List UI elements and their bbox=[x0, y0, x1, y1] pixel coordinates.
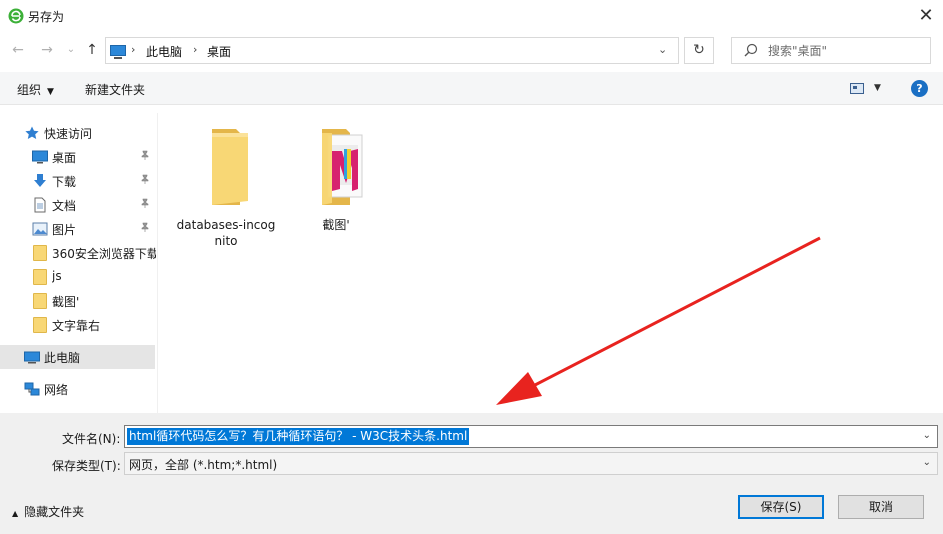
command-toolbar: 组织 ▼ 新建文件夹 ▼ ? bbox=[0, 72, 943, 105]
filename-input[interactable]: html循环代码怎么写？有几种循环语句？ - W3C技术头条.html bbox=[127, 428, 907, 445]
sidebar-item-screenshots[interactable]: 截图' bbox=[0, 289, 155, 313]
browser-app-icon bbox=[8, 8, 24, 24]
navigation-bar: ← → ⌄ ↑ › 此电脑 › 桌面 ⌄ ↻ bbox=[0, 33, 943, 69]
this-pc-icon bbox=[24, 351, 40, 364]
filename-combobox[interactable]: html循环代码怎么写？有几种循环语句？ - W3C技术头条.html ⌄ bbox=[124, 425, 938, 448]
sidebar-item-360-downloads[interactable]: 360安全浏览器下载 bbox=[0, 241, 156, 265]
pin-icon bbox=[140, 174, 150, 187]
sidebar-item-downloads[interactable]: 下载 bbox=[0, 169, 155, 193]
refresh-button[interactable]: ↻ bbox=[684, 37, 714, 64]
sidebar-item-this-pc[interactable]: 此电脑 bbox=[0, 345, 155, 369]
help-icon[interactable]: ? bbox=[911, 80, 928, 97]
filename-dropdown-icon[interactable]: ⌄ bbox=[923, 430, 931, 441]
folder-icon bbox=[212, 129, 248, 205]
address-bar[interactable]: › 此电脑 › 桌面 ⌄ bbox=[105, 37, 679, 64]
recent-locations-button[interactable]: ⌄ bbox=[62, 41, 80, 59]
filename-label: 文件名(N): bbox=[62, 432, 121, 446]
file-item-screenshots[interactable]: 截图' bbox=[286, 121, 386, 251]
close-button[interactable]: ✕ bbox=[912, 3, 940, 29]
save-form: 文件名(N): html循环代码怎么写？有几种循环语句？ - W3C技术头条.h… bbox=[0, 413, 943, 534]
breadcrumb-desktop[interactable]: 桌面 bbox=[207, 43, 231, 60]
search-input[interactable] bbox=[768, 42, 918, 60]
view-mode-icon[interactable] bbox=[850, 83, 864, 94]
file-label: databases-incognito bbox=[176, 218, 276, 248]
organize-menu[interactable]: 组织 ▼ bbox=[17, 81, 54, 98]
sidebar-item-pictures[interactable]: 图片 bbox=[0, 217, 155, 241]
hide-folders-label: 隐藏文件夹 bbox=[24, 505, 85, 519]
sidebar-item-text-right[interactable]: 文字靠右 bbox=[0, 313, 155, 337]
pin-icon bbox=[140, 222, 150, 235]
star-icon bbox=[25, 126, 39, 139]
network-icon bbox=[24, 382, 40, 396]
sidebar-label: 360安全浏览器下载 bbox=[52, 247, 156, 261]
desktop-icon bbox=[32, 150, 48, 164]
folder-icon bbox=[33, 245, 47, 261]
window-title: 另存为 bbox=[28, 10, 65, 24]
sidebar-label: 文字靠右 bbox=[52, 319, 101, 333]
pin-icon bbox=[140, 198, 150, 211]
filetype-label: 保存类型(T): bbox=[52, 459, 121, 473]
breadcrumb-separator[interactable]: › bbox=[131, 43, 135, 56]
title-bar: 另存为 ✕ bbox=[0, 0, 943, 32]
sidebar-item-network[interactable]: 网络 bbox=[0, 377, 155, 401]
download-icon bbox=[34, 174, 46, 187]
document-icon bbox=[34, 197, 46, 213]
file-label: 截图' bbox=[322, 218, 350, 232]
sidebar-item-quick-access[interactable]: 快速访问 bbox=[0, 121, 155, 145]
breadcrumb-this-pc[interactable]: 此电脑 bbox=[146, 43, 182, 60]
sidebar-label: 网络 bbox=[44, 383, 69, 397]
pin-icon bbox=[140, 150, 150, 163]
sidebar-label: js bbox=[52, 269, 62, 283]
back-button[interactable]: ← bbox=[9, 41, 27, 59]
file-list: databases-incognito 截图' bbox=[158, 113, 943, 413]
breadcrumb-separator[interactable]: › bbox=[193, 43, 197, 56]
cancel-button[interactable]: 取消 bbox=[838, 495, 924, 519]
folder-icon bbox=[33, 293, 47, 309]
filetype-dropdown-icon[interactable]: ⌄ bbox=[923, 457, 931, 468]
sidebar-label: 此电脑 bbox=[44, 351, 81, 365]
filetype-value: 网页，全部 (*.htm;*.html) bbox=[129, 458, 278, 472]
view-options-caret-icon[interactable]: ▼ bbox=[874, 83, 881, 93]
sidebar-label: 快速访问 bbox=[44, 127, 93, 141]
organize-label: 组织 bbox=[17, 83, 42, 97]
sidebar-label: 截图' bbox=[52, 295, 80, 309]
address-dropdown-icon[interactable]: ⌄ bbox=[658, 43, 667, 56]
search-box[interactable] bbox=[731, 37, 931, 64]
search-icon bbox=[744, 43, 758, 57]
sidebar-item-documents[interactable]: 文档 bbox=[0, 193, 155, 217]
folder-icon bbox=[33, 317, 47, 333]
folder-icon bbox=[33, 269, 47, 285]
forward-button[interactable]: → bbox=[38, 41, 56, 59]
hide-folders-toggle[interactable]: ▲ 隐藏文件夹 bbox=[12, 503, 84, 520]
folder-with-content-icon bbox=[322, 129, 363, 205]
navigation-pane: 快速访问 桌面 下载 文档 图片 360安全浏览器下载 js 截图' 文字靠右 … bbox=[0, 113, 158, 413]
this-pc-icon bbox=[110, 45, 126, 59]
sidebar-item-desktop[interactable]: 桌面 bbox=[0, 145, 155, 169]
pictures-icon bbox=[32, 222, 48, 236]
caret-down-icon: ▼ bbox=[47, 87, 54, 97]
sidebar-item-js[interactable]: js bbox=[0, 265, 155, 289]
filetype-select[interactable]: 网页，全部 (*.htm;*.html) ⌄ bbox=[124, 452, 938, 475]
file-item-databases-incognito[interactable]: databases-incognito bbox=[176, 121, 276, 251]
new-folder-button[interactable]: 新建文件夹 bbox=[85, 81, 145, 98]
save-button[interactable]: 保存(S) bbox=[738, 495, 824, 519]
up-button[interactable]: ↑ bbox=[83, 41, 101, 59]
filename-value: html循环代码怎么写？有几种循环语句？ - W3C技术头条.html bbox=[127, 428, 470, 445]
caret-up-icon: ▲ bbox=[12, 509, 19, 518]
